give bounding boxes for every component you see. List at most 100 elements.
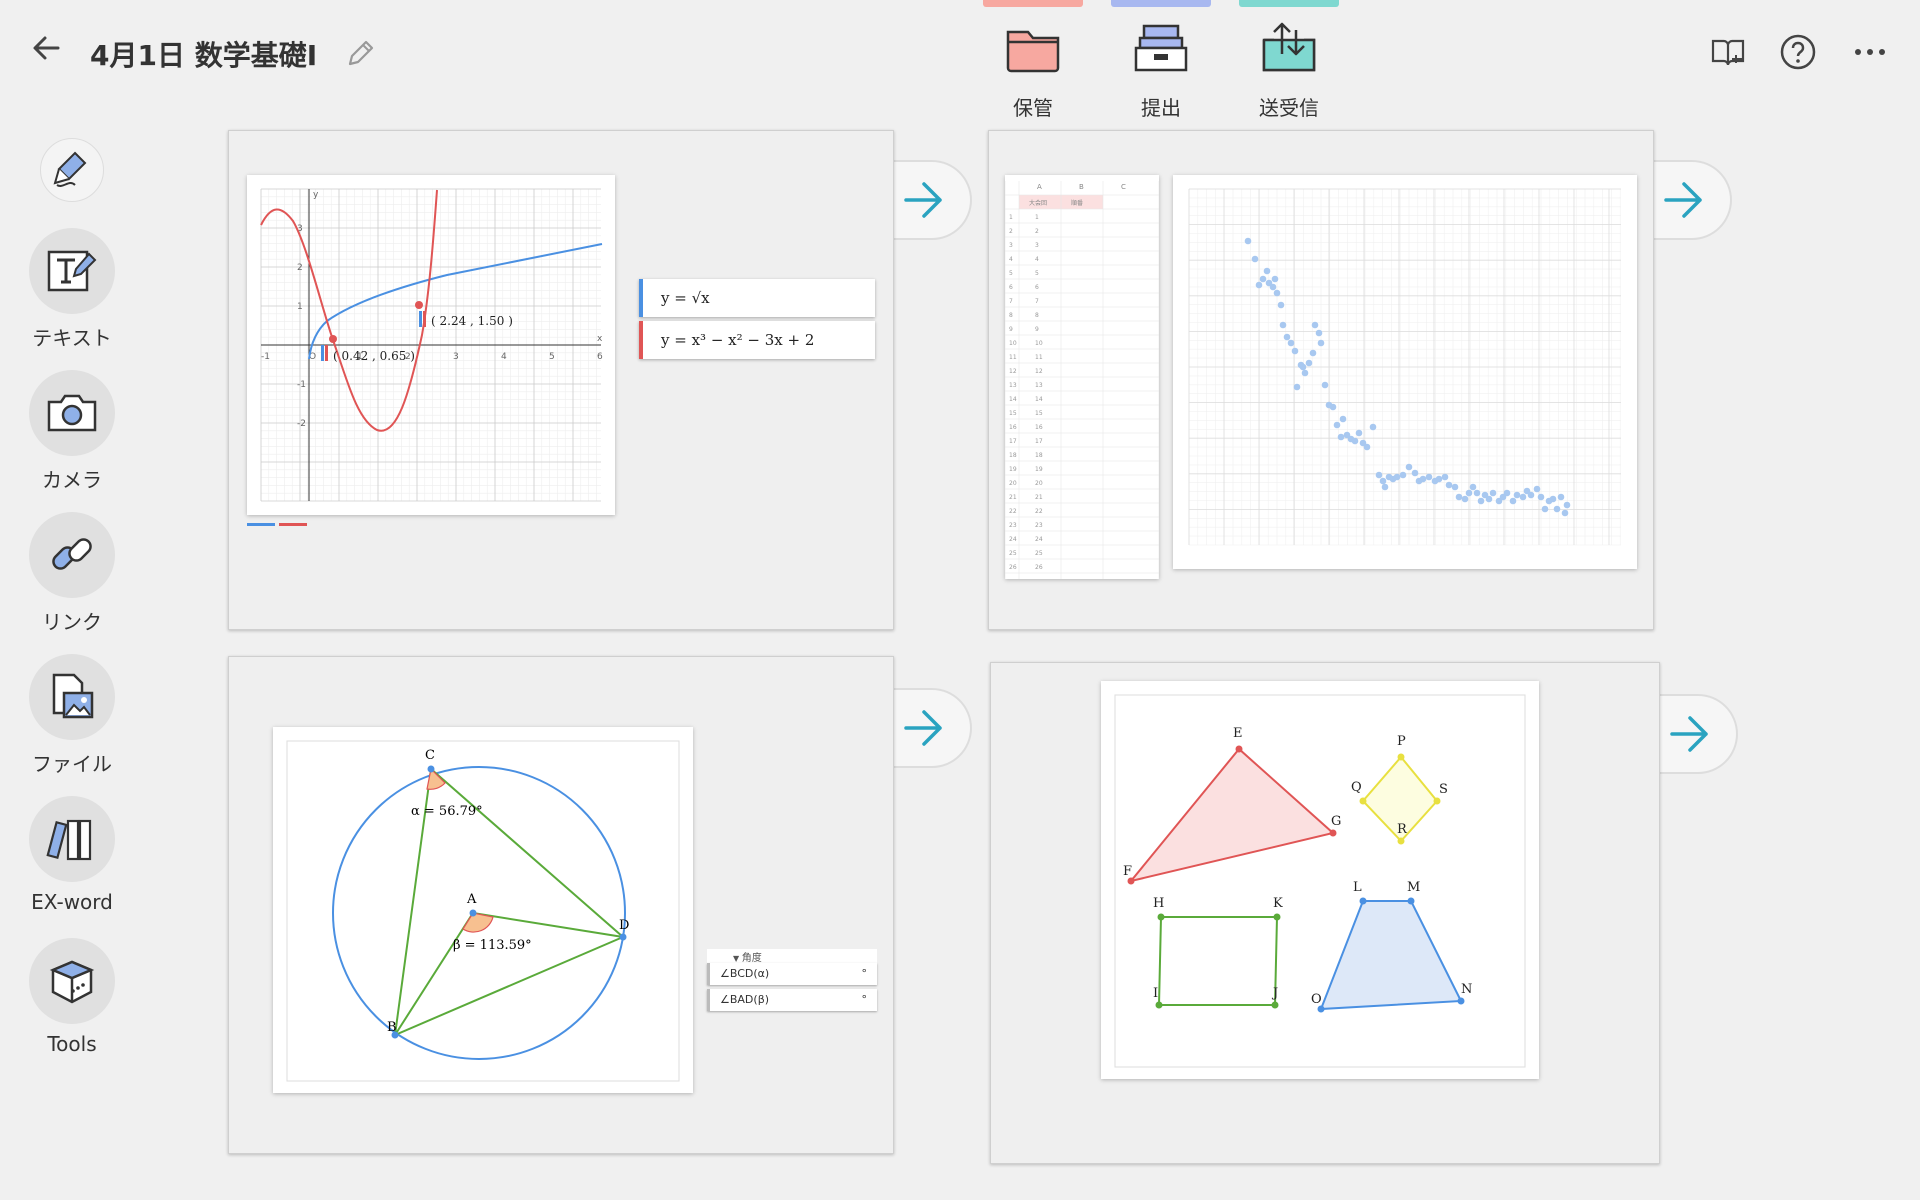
scatter-point <box>1273 289 1281 297</box>
save-tab-strip <box>983 0 1083 7</box>
card2-next-button[interactable] <box>1652 160 1732 240</box>
card1-next-button[interactable] <box>892 160 972 240</box>
label-j: J <box>1271 986 1278 1001</box>
card3-next-button[interactable] <box>892 688 972 768</box>
angle-row-beta[interactable]: ∠BAD(β) ° <box>707 989 877 1011</box>
sidebar-item-link[interactable]: リンク <box>22 512 122 635</box>
card-inscribed-angle[interactable]: C A B D α = 56.79° β = 113.59° ▼ 角度 ∠BCD… <box>228 656 894 1154</box>
label-e: E <box>1233 726 1243 741</box>
pencil-icon <box>348 40 374 66</box>
sidebar-item-pen[interactable] <box>22 138 122 202</box>
column-subheader: 順番 <box>1071 200 1083 207</box>
column-header: A <box>1037 183 1042 191</box>
scatter-point <box>1419 475 1427 483</box>
book-view-button[interactable] <box>1706 30 1750 74</box>
x-axis-label: x <box>597 334 603 344</box>
card4-next-button[interactable] <box>1658 694 1738 774</box>
pen-circle <box>40 138 104 202</box>
label-a: A <box>466 892 477 907</box>
sidebar-item-exword[interactable]: EX-word <box>22 796 122 914</box>
more-button[interactable] <box>1848 30 1892 74</box>
equation-cubic[interactable]: y = x³ − x² − 3x + 2 <box>639 321 875 359</box>
label-q: Q <box>1351 780 1362 795</box>
label-s: S <box>1439 782 1448 797</box>
scatter-point <box>1557 493 1565 501</box>
send-receive-button[interactable]: 送受信 <box>1234 18 1344 121</box>
scatter-point <box>1317 339 1325 347</box>
submit-button[interactable]: 提出 <box>1106 18 1216 121</box>
scatter-point <box>1405 463 1413 471</box>
sidebar-label-tools: Tools <box>47 1032 97 1056</box>
row-number: 8 <box>1009 312 1013 319</box>
card-function-graph[interactable]: -1 O 1 2 3 4 5 6 3 2 1 -1 -2 x y ( 0.42 , 0.65 ) ( 2.2… <box>228 130 894 630</box>
link-circle <box>29 512 115 598</box>
scatter-point <box>1301 369 1309 377</box>
intersection-point-1[interactable] <box>329 335 337 343</box>
help-button[interactable] <box>1776 30 1820 74</box>
point-c[interactable] <box>427 765 435 773</box>
arrow-right-icon <box>904 710 942 746</box>
scatter-point <box>1469 483 1477 491</box>
scatter-point <box>1509 497 1517 505</box>
row-number: 14 <box>1009 396 1017 403</box>
folder-icon <box>1006 30 1060 73</box>
angle-legend-header[interactable]: ▼ 角度 <box>707 949 877 964</box>
submit-tab-strip <box>1111 0 1211 7</box>
exword-circle <box>29 796 115 882</box>
row-number: 20 <box>1009 480 1017 487</box>
row-number: 3 <box>1009 242 1013 249</box>
scatter-point <box>1549 495 1557 503</box>
row-number: 22 <box>1009 508 1017 515</box>
cell-value: 13 <box>1035 382 1043 389</box>
scatter-point <box>1541 505 1549 513</box>
intersection-point-2[interactable] <box>415 301 423 309</box>
link-icon <box>52 538 92 570</box>
sidebar-item-tools[interactable]: Tools <box>22 938 122 1056</box>
scatter-point <box>1255 281 1263 289</box>
equation-sqrt[interactable]: y = √x <box>639 279 875 317</box>
scatter-point <box>1519 493 1527 501</box>
scatter-point <box>1435 475 1443 483</box>
angle-row-alpha[interactable]: ∠BCD(α) ° <box>707 963 877 985</box>
back-button[interactable] <box>28 30 72 70</box>
scatter-point <box>1277 301 1285 309</box>
cell-value: 1 <box>1035 214 1039 221</box>
cell-value: 10 <box>1035 340 1043 347</box>
scatter-point <box>1369 423 1377 431</box>
angle-row-alpha-unit: ° <box>861 967 868 980</box>
card-scatter-plot[interactable]: A B C 大会回 順番 1 1 2 2 3 3 4 4 5 5 6 6 7 7 8 8 9 9 10 10 11 11 12 12 13… <box>988 130 1654 630</box>
scatter-point <box>1321 381 1329 389</box>
cell-value: 19 <box>1035 466 1043 473</box>
point-d[interactable] <box>619 933 627 941</box>
spreadsheet-sheet: A B C 大会回 順番 1 1 2 2 3 3 4 4 5 5 6 6 7 7 8 8 9 9 10 10 11 11 12 12 13… <box>1004 175 1160 579</box>
scatter-point <box>1455 493 1463 501</box>
point-a[interactable] <box>469 909 477 917</box>
column-header: B <box>1079 183 1084 191</box>
tools-circle <box>29 938 115 1024</box>
sidebar-item-text[interactable]: テキスト <box>22 228 122 351</box>
cell-value: 24 <box>1035 536 1043 543</box>
cell-value: 23 <box>1035 522 1043 529</box>
scatter-point <box>1381 483 1389 491</box>
scatter-point <box>1477 497 1485 505</box>
row-number: 23 <box>1009 522 1017 529</box>
file-circle <box>29 654 115 740</box>
file-image-icon <box>52 673 94 719</box>
label-p: P <box>1397 734 1406 749</box>
more-dots-icon <box>1855 49 1885 55</box>
card-polygons[interactable]: E F G P Q R S H K I J L M N O <box>990 662 1660 1164</box>
cell-value: 5 <box>1035 270 1039 277</box>
label-g: G <box>1331 814 1341 829</box>
sidebar-item-file[interactable]: ファイル <box>22 654 122 777</box>
scatter-point <box>1351 437 1359 445</box>
sidebar-item-camera[interactable]: カメラ <box>22 370 122 493</box>
point-label-2: ( 2.24 , 1.50 ) <box>431 314 513 328</box>
save-label: 保管 <box>1013 96 1053 120</box>
scatter-point <box>1309 349 1317 357</box>
save-button[interactable]: 保管 <box>978 18 1088 121</box>
scatter-point <box>1337 433 1345 441</box>
row-number: 9 <box>1009 326 1013 333</box>
edit-title-button[interactable] <box>344 36 380 72</box>
scatter-point <box>1291 347 1299 355</box>
row-number: 25 <box>1009 550 1017 557</box>
